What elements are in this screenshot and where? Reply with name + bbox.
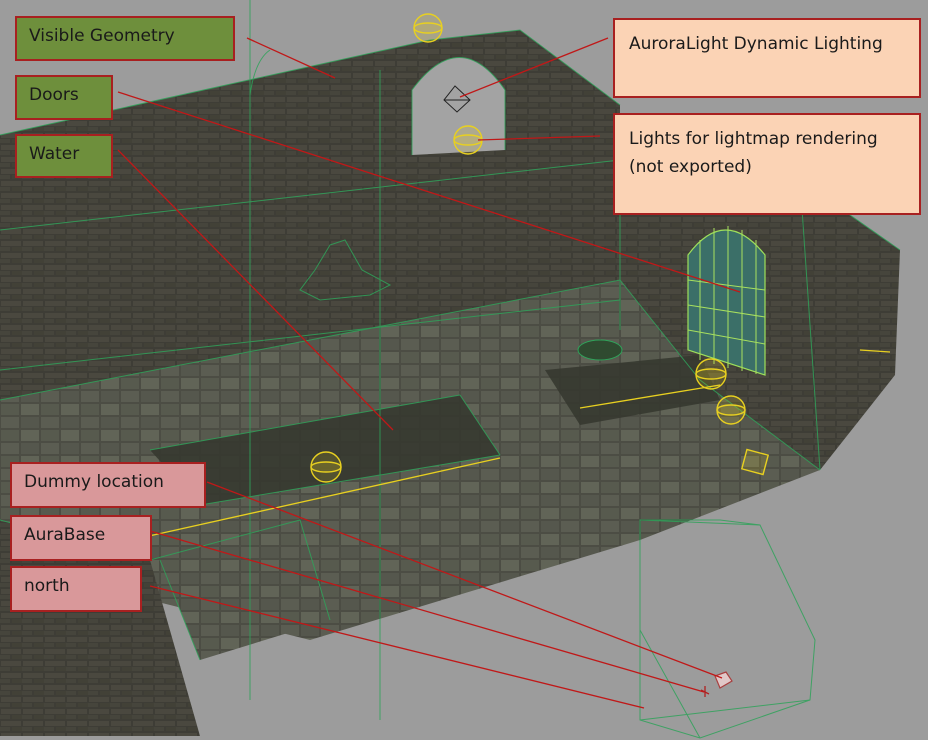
label-water: Water xyxy=(15,134,113,178)
viewport-3d-scene[interactable] xyxy=(0,0,928,740)
label-north: north xyxy=(10,566,142,612)
basin xyxy=(577,339,623,361)
label-aurabase: AuraBase xyxy=(10,515,152,561)
label-doors: Doors xyxy=(15,75,113,120)
label-visible-geometry: Visible Geometry xyxy=(15,16,235,61)
label-lightmap-line2: (not exported) xyxy=(629,157,752,177)
label-lightmap-line1: Lights for lightmap rendering xyxy=(629,129,878,149)
label-lightmap-lights: Lights for lightmap rendering (not expor… xyxy=(613,113,921,215)
label-auroralight: AuroraLight Dynamic Lighting xyxy=(613,18,921,98)
label-dummy-location: Dummy location xyxy=(10,462,206,508)
